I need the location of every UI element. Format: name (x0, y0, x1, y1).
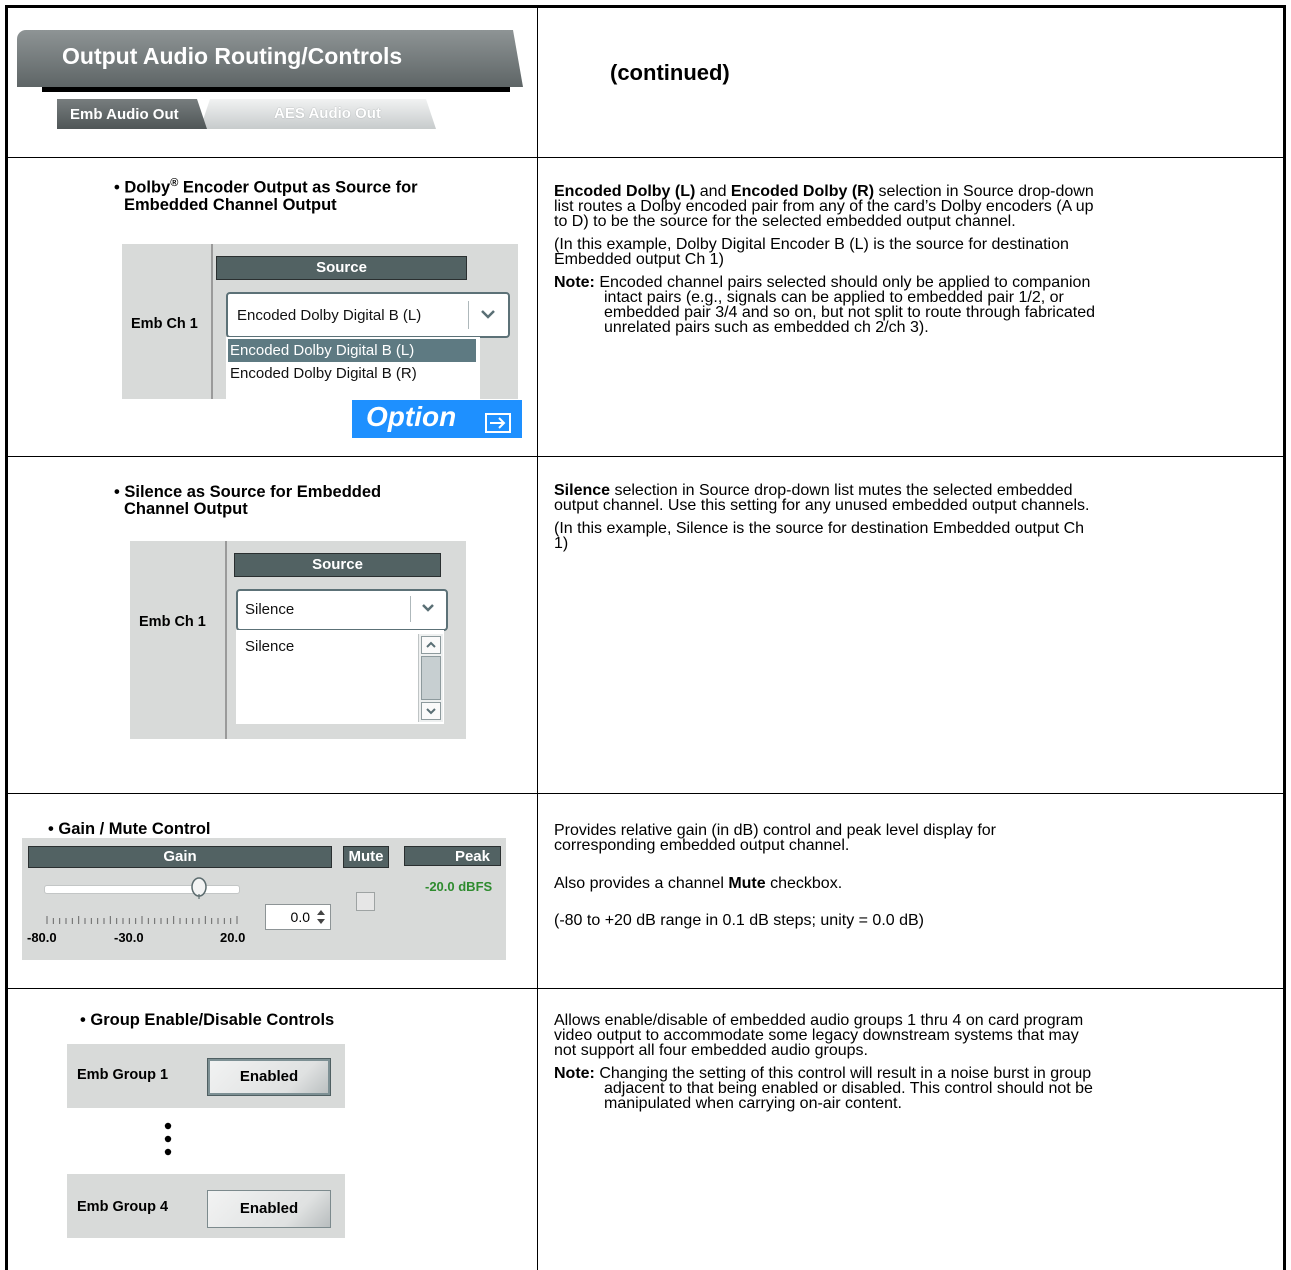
option-badge: Option (352, 400, 522, 438)
dropdown-value: Encoded Dolby Digital B (L) (237, 307, 422, 324)
group1-label: Emb Group 1 (77, 1067, 169, 1083)
row-divider (5, 456, 1286, 457)
table-border-left (5, 5, 8, 1270)
source-header: Source (216, 256, 467, 280)
gain-slider-track[interactable] (44, 885, 240, 894)
gain-scale-ticks (46, 911, 238, 929)
gain-scale-label: -80.0 (27, 930, 57, 945)
row-divider (5, 793, 1286, 794)
gain-header: Gain (28, 846, 332, 868)
dropdown-value: Silence (245, 601, 295, 618)
mute-header: Mute (343, 846, 389, 868)
vertical-ellipsis-icon (162, 1122, 174, 1161)
chevron-down-icon[interactable] (468, 301, 507, 329)
peak-value: -20.0 dBFS (425, 879, 493, 894)
group1-enabled-button[interactable]: Enabled (207, 1058, 331, 1096)
peak-header: Peak (404, 846, 501, 866)
silence-row-title: • Silence as Source for Embedded Channel… (114, 483, 382, 518)
panel-divider (211, 244, 213, 399)
source-header: Source (234, 553, 441, 577)
silence-description: Silence selection in Source drop-down li… (554, 482, 1090, 552)
source-dropdown[interactable]: Silence (236, 589, 448, 631)
continued-label: (continued) (610, 60, 730, 85)
group-row-title: • Group Enable/Disable Controls (80, 1011, 335, 1029)
table-border-right (1283, 5, 1286, 1270)
source-dropdown[interactable]: Encoded Dolby Digital B (L) (226, 292, 510, 338)
panel-divider (225, 541, 227, 739)
gain-spinner-value: 0.0 (290, 909, 310, 925)
group-description: Allows enable/disable of embedded audio … (554, 1012, 1093, 1112)
list-item[interactable]: Silence (245, 638, 294, 655)
gain-scale-label: -30.0 (114, 930, 144, 945)
dropdown-list: Encoded Dolby Digital B (L) Encoded Dolb… (226, 337, 480, 399)
list-scrollbar[interactable] (418, 634, 443, 722)
list-item-selected[interactable]: Encoded Dolby Digital B (L) (228, 339, 476, 362)
dropdown-list: Silence (236, 630, 444, 724)
tab-aes-audio-out[interactable]: AES Audio Out (200, 99, 436, 129)
channel-label: Emb Ch 1 (139, 614, 206, 630)
group4-label: Emb Group 4 (77, 1199, 169, 1215)
list-item[interactable]: Encoded Dolby Digital B (R) (230, 365, 417, 382)
header-rule (42, 87, 510, 92)
section-title: Output Audio Routing/Controls (62, 43, 403, 69)
table-border-top (5, 5, 1286, 8)
column-divider (537, 5, 538, 1270)
scroll-down-icon[interactable] (421, 702, 441, 725)
spinner-arrows-icon[interactable] (314, 907, 328, 930)
dolby-row-title: • Dolby® Encoder Output as Source for Em… (114, 177, 418, 214)
row-divider (5, 988, 1286, 989)
tab-emb-audio-out[interactable]: Emb Audio Out (57, 99, 207, 129)
gain-description: Provides relative gain (in dB) control a… (554, 822, 997, 929)
gain-row-title: • Gain / Mute Control (48, 820, 211, 838)
channel-label: Emb Ch 1 (131, 316, 198, 332)
tab-label: Emb Audio Out (70, 106, 179, 123)
group4-enabled-button[interactable]: Enabled (207, 1190, 331, 1228)
arrow-right-box-icon (485, 409, 513, 441)
mute-checkbox[interactable] (356, 892, 375, 911)
scroll-thumb[interactable] (421, 656, 441, 700)
gain-spinner[interactable]: 0.0 (265, 904, 331, 930)
row-divider (5, 157, 1286, 158)
gain-slider-thumb[interactable] (190, 877, 210, 899)
dolby-description: Encoded Dolby (L) and Encoded Dolby (R) … (554, 183, 1095, 336)
gain-scale-label: 20.0 (220, 930, 246, 945)
chevron-down-icon[interactable] (410, 596, 445, 622)
tab-label: AES Audio Out (274, 105, 381, 122)
